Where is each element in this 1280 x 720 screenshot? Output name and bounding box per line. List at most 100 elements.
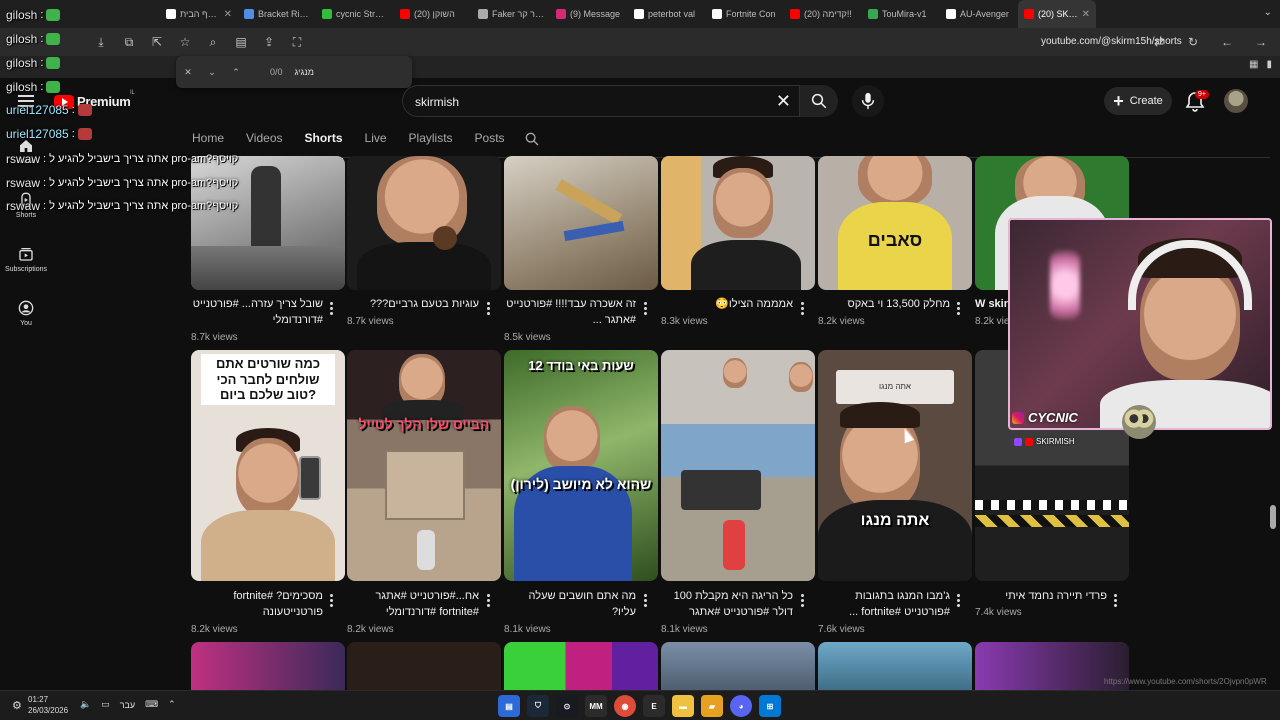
zoom-icon[interactable]: ⌕ bbox=[202, 31, 224, 53]
reader-icon[interactable]: ▤ bbox=[230, 31, 252, 53]
guide-subscriptions[interactable]: Subscriptions bbox=[0, 246, 52, 273]
find-next-icon[interactable]: ⌄ bbox=[200, 67, 224, 78]
settings-gear-icon[interactable]: ⚙ bbox=[12, 699, 22, 712]
more-options-icon[interactable] bbox=[640, 300, 650, 316]
find-input[interactable]: מנגיג bbox=[295, 67, 314, 77]
share-icon[interactable]: ⇪ bbox=[258, 31, 280, 53]
more-options-icon[interactable] bbox=[797, 300, 807, 316]
extensions-icon[interactable]: ⧉ bbox=[118, 31, 140, 53]
keyboard-icon[interactable]: ⌨ bbox=[145, 699, 158, 710]
short-thumbnail[interactable]: סאבים bbox=[818, 156, 972, 290]
back-icon[interactable]: ← bbox=[1216, 31, 1238, 53]
more-options-icon[interactable] bbox=[640, 592, 650, 608]
short-thumbnail[interactable] bbox=[661, 156, 815, 290]
short-title[interactable]: שובל צריך עזרה... #פורטנייט #דורנדומלי bbox=[191, 296, 323, 328]
search-button[interactable] bbox=[800, 85, 838, 117]
search-input[interactable]: skirmish bbox=[415, 95, 459, 109]
find-close-icon[interactable]: ✕ bbox=[176, 67, 200, 78]
short-thumbnail[interactable] bbox=[661, 350, 815, 581]
short-thumbnail[interactable] bbox=[504, 156, 658, 290]
browser-tab[interactable]: (20) השוקן bbox=[394, 0, 472, 28]
short-thumbnail[interactable] bbox=[347, 642, 501, 690]
more-options-icon[interactable] bbox=[797, 592, 807, 608]
account-avatar[interactable] bbox=[1224, 89, 1248, 113]
browser-tab[interactable]: Fortnite Con bbox=[706, 0, 784, 28]
short-title[interactable]: כל הריגה היא מקבלת 100 דולר #פורטנייט #א… bbox=[661, 588, 793, 620]
short-thumbnail[interactable]: הבייס שלו הלך לטייל bbox=[347, 350, 501, 581]
browser-tab[interactable]: (20) קדימה!! bbox=[784, 0, 862, 28]
open-tab-icon[interactable]: ⇱ bbox=[146, 31, 168, 53]
short-thumbnail[interactable] bbox=[661, 642, 815, 690]
tab-videos[interactable]: Videos bbox=[246, 131, 282, 153]
short-title[interactable]: עוגיות בטעם גרביים??? bbox=[347, 296, 479, 312]
forward-icon[interactable]: → bbox=[1250, 31, 1272, 53]
notes-app-icon[interactable]: ▤ bbox=[498, 695, 520, 717]
steam-icon[interactable]: ⊙ bbox=[556, 695, 578, 717]
more-options-icon[interactable] bbox=[483, 300, 493, 316]
volume-icon[interactable]: 🔈 bbox=[80, 699, 91, 710]
more-options-icon[interactable] bbox=[326, 300, 336, 316]
shield-app-icon[interactable]: ⛉ bbox=[527, 695, 549, 717]
short-thumbnail[interactable]: 12 שעות באי בודד (לירון) שהוא לא מיושב bbox=[504, 350, 658, 581]
short-title[interactable]: פרדי תיירה נחמד איתי bbox=[975, 588, 1107, 604]
browser-tab[interactable]: peterbot val bbox=[628, 0, 706, 28]
short-title[interactable]: אמממה הצילו😳 bbox=[661, 296, 793, 312]
site-settings-icon[interactable]: ⇄ bbox=[1148, 31, 1170, 53]
browser-tab[interactable]: (9) Message bbox=[550, 0, 628, 28]
short-thumbnail[interactable]: אתה מנגו אתה מנגו bbox=[818, 350, 972, 581]
tab-close-icon[interactable]: ✕ bbox=[1082, 9, 1090, 20]
bookmark-star-icon[interactable]: ☆ bbox=[174, 31, 196, 53]
tab-live[interactable]: Live bbox=[365, 131, 387, 153]
tray-chevron-icon[interactable]: ⌃ bbox=[168, 699, 176, 710]
short-title[interactable]: זה אשכרה עבד!!!! #פורטנייט #אתגר ... bbox=[504, 296, 636, 328]
search-clear-icon[interactable]: ✕ bbox=[776, 91, 791, 112]
screenshot-icon[interactable]: ⛶ bbox=[286, 31, 308, 53]
tab-shorts[interactable]: Shorts bbox=[304, 131, 343, 159]
apps-grid-icon[interactable]: ▦ bbox=[1249, 59, 1258, 70]
browser-tab[interactable]: Faker לבקר קר bbox=[472, 0, 550, 28]
short-title[interactable]: מה אתם חושבים שעלה עליו? bbox=[504, 588, 636, 620]
short-thumbnail[interactable] bbox=[504, 642, 658, 690]
windows-start-icon[interactable]: ⊞ bbox=[759, 695, 781, 717]
tab-posts[interactable]: Posts bbox=[475, 131, 505, 153]
tab-close-icon[interactable]: ✕ bbox=[224, 9, 232, 20]
epic-games-icon[interactable]: E bbox=[643, 695, 665, 717]
browser-tab[interactable]: TouMira-v1 bbox=[862, 0, 940, 28]
reload-icon[interactable]: ↻ bbox=[1182, 31, 1204, 53]
system-clock[interactable]: 01:27 26/03/2026 bbox=[28, 694, 68, 716]
short-thumbnail[interactable] bbox=[347, 156, 501, 290]
browser-tab[interactable]: דף הבית / X✕ bbox=[160, 0, 238, 28]
short-title[interactable]: אח...#פורטנייט #אתגר #fortnite #דורנדומל… bbox=[347, 588, 479, 620]
browser-tab[interactable]: Bracket Rival bbox=[238, 0, 316, 28]
input-language[interactable]: עבר bbox=[120, 700, 135, 710]
search-box[interactable]: skirmish ✕ bbox=[402, 85, 800, 117]
more-options-icon[interactable] bbox=[953, 592, 963, 608]
tab-home[interactable]: Home bbox=[192, 131, 224, 153]
more-options-icon[interactable] bbox=[1110, 592, 1120, 608]
more-options-icon[interactable] bbox=[953, 300, 963, 316]
more-options-icon[interactable] bbox=[326, 592, 336, 608]
download-icon[interactable]: ⤓ bbox=[90, 31, 112, 53]
discord-icon[interactable]: ◕ bbox=[730, 695, 752, 717]
browser-tab[interactable]: AU-Avenger bbox=[940, 0, 1018, 28]
tab-playlists[interactable]: Playlists bbox=[409, 131, 453, 153]
channel-search-icon[interactable] bbox=[524, 131, 540, 147]
short-thumbnail[interactable] bbox=[191, 642, 345, 690]
browser-tab[interactable]: cycnic Stream bbox=[316, 0, 394, 28]
app-mm-icon[interactable]: MM bbox=[585, 695, 607, 717]
create-button[interactable]: + Create bbox=[1104, 87, 1172, 115]
sidebar-icon[interactable]: ▮ bbox=[1266, 59, 1272, 70]
more-options-icon[interactable] bbox=[483, 592, 493, 608]
page-scrollbar[interactable] bbox=[1270, 505, 1276, 529]
short-title[interactable]: מסכימים? #fortnite פורטנייטעונה bbox=[191, 588, 323, 620]
guide-you[interactable]: You bbox=[0, 300, 52, 327]
find-prev-icon[interactable]: ⌃ bbox=[224, 67, 248, 78]
short-title[interactable]: מחלק 13,500 וי באקס bbox=[818, 296, 950, 312]
file-explorer-icon[interactable]: ▬ bbox=[672, 695, 694, 717]
short-thumbnail[interactable] bbox=[818, 642, 972, 690]
tab-search-chevron-icon[interactable]: ⌄ bbox=[1264, 7, 1272, 18]
short-thumbnail[interactable]: כמה שורטים אתם שולחים לחבר הכי טוב שלכם … bbox=[191, 350, 345, 581]
browser-tab-active[interactable]: (20) SKIRMI✕ bbox=[1018, 0, 1096, 28]
short-title[interactable]: ג'מבו המנגו בתגובות #פורטנייט #fortnite … bbox=[818, 588, 950, 620]
chrome-icon[interactable]: ◉ bbox=[614, 695, 636, 717]
